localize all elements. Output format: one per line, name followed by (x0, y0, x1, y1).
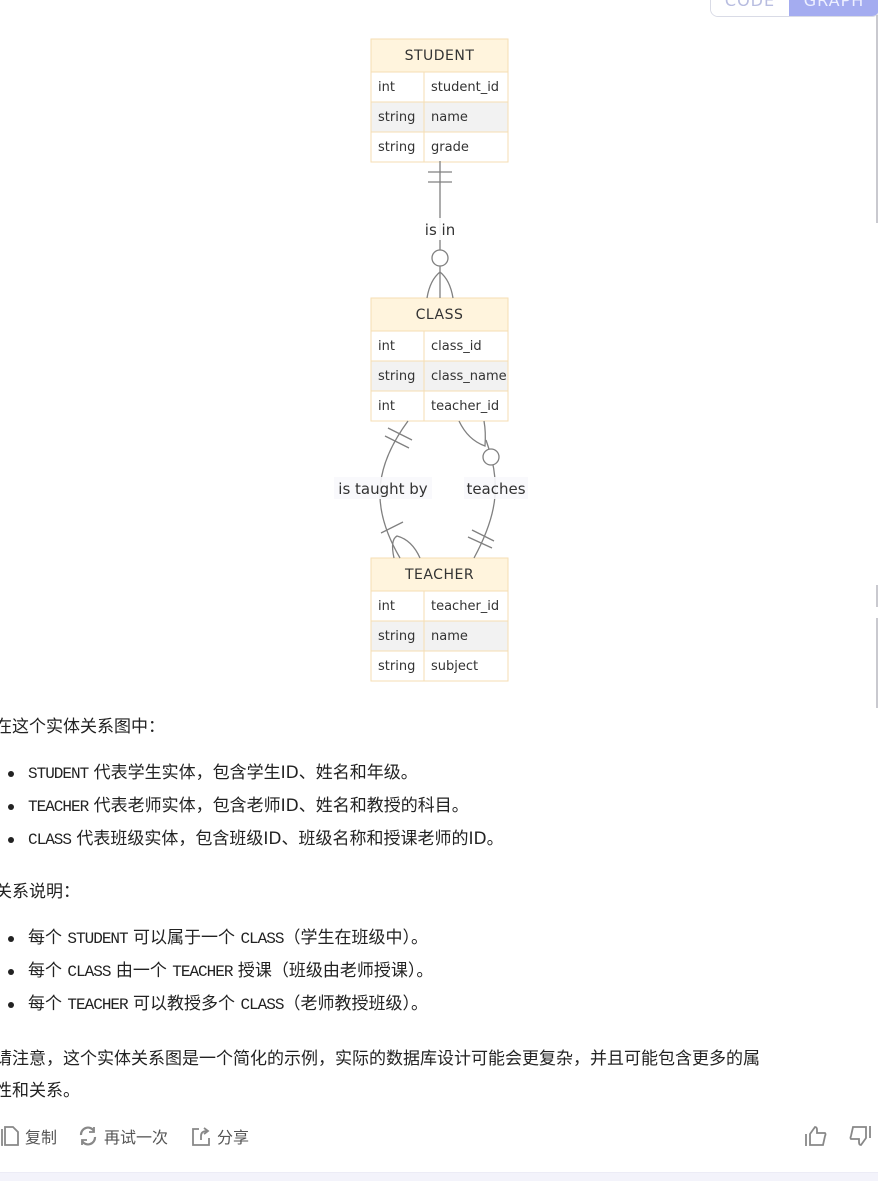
attribute-name: student_id (431, 80, 499, 95)
attribute-type: string (378, 140, 415, 155)
attribute-type: string (378, 110, 415, 125)
attribute-name: grade (431, 140, 469, 155)
entity-class: CLASSint class_idstring class_nameint teach… (370, 297, 509, 422)
attribute-name: class_id (431, 339, 482, 354)
item-text: （学生在班级中）。 (283, 928, 428, 948)
list-item: 每个 STUDENT 可以属于一个 CLASS（学生在班级中）。 (7, 922, 433, 955)
item-text: 每个 (28, 928, 68, 948)
thumbs-down-icon (849, 1126, 871, 1146)
attribute-type: int (378, 399, 395, 414)
cardinality-zero-mark (431, 249, 449, 267)
share-label: 分享 (217, 1128, 250, 1147)
code-entity: TEACHER (172, 963, 233, 981)
cardinality-many-mark (458, 420, 486, 447)
note-text: 请注意，这个实体关系图是一个简化的示例，实际的数据库设计可能会更复杂，并且可能包… (0, 1043, 878, 1107)
attribute-name: teacher_id (431, 399, 499, 414)
item-text: 代表班级实体，包含班级ID、班级名称和授课老师的ID。 (71, 829, 504, 849)
code-entity: STUDENT (28, 765, 89, 783)
item-text: 每个 (28, 961, 68, 981)
code-entity: STUDENT (67, 930, 128, 948)
entity-teacher: TEACHER int teacher_idstring name string subj… (370, 557, 509, 682)
er-diagram: STUDENT int student_idstring name string grad… (334, 38, 528, 682)
item-text: 由一个 (110, 961, 173, 981)
message-actions: 复制 再试一次 分享 (0, 1124, 878, 1152)
item-text: 可以属于一个 (127, 928, 241, 948)
entity-name: STUDENT (405, 48, 475, 64)
intro-text: 在这个实体关系图中： (0, 717, 165, 737)
attribute-type: int (378, 599, 395, 614)
share-button[interactable]: 分享 (190, 1124, 249, 1148)
like-button[interactable] (804, 1124, 828, 1148)
attribute-type: string (378, 659, 415, 674)
cardinality-one-mark (384, 427, 413, 449)
code-entity: TEACHER (67, 996, 128, 1014)
note-line: 性和关系。 (0, 1081, 80, 1101)
dislike-button[interactable] (848, 1124, 872, 1148)
attribute-name: name (431, 629, 468, 644)
relationship-label: is taught by (338, 480, 428, 498)
cardinality-many-mark (391, 535, 421, 559)
attribute-type: string (378, 369, 415, 384)
retry-button[interactable]: 再试一次 (77, 1124, 168, 1148)
entity-name: CLASS (416, 307, 464, 323)
attribute-type: string (378, 629, 415, 644)
code-entity: CLASS (240, 996, 284, 1014)
list-item: 每个 TEACHER 可以教授多个 CLASS（老师教授班级）。 (7, 988, 433, 1021)
entity-name: TEACHER (404, 567, 474, 583)
thumbs-up-icon (805, 1126, 827, 1146)
cardinality-zero-mark (482, 448, 500, 466)
attribute-name: class_name (431, 369, 507, 384)
item-text: 授课（班级由老师授课）。 (232, 961, 434, 981)
entity-list: STUDENT 代表学生实体，包含学生ID、姓名和年级。 TEACHER 代表老… (0, 757, 504, 856)
relationship-label: teaches (466, 480, 525, 498)
note-line: 请注意，这个实体关系图是一个简化的示例，实际的数据库设计可能会更复杂，并且可能包… (0, 1049, 760, 1069)
attribute-name: subject (431, 659, 478, 674)
item-text: 代表学生实体，包含学生ID、姓名和年级。 (88, 763, 418, 783)
refresh-icon (79, 1126, 97, 1146)
relations-title: 关系说明： (0, 882, 80, 902)
list-item: TEACHER 代表老师实体，包含老师ID、姓名和教授的科目。 (8, 790, 504, 823)
attribute-name: teacher_id (431, 599, 499, 614)
item-text: 每个 (28, 994, 68, 1014)
list-item: STUDENT 代表学生实体，包含学生ID、姓名和年级。 (8, 757, 504, 790)
attribute-type: int (378, 80, 395, 95)
copy-icon (1, 1126, 19, 1146)
relationship-label: is in (425, 221, 455, 239)
attribute-type: int (378, 339, 395, 354)
code-entity: CLASS (67, 963, 111, 981)
code-entity: TEACHER (28, 798, 89, 816)
copy-button[interactable]: 复制 (0, 1124, 57, 1148)
share-icon (192, 1127, 210, 1146)
attribute-name: name (431, 110, 468, 125)
copy-label: 复制 (25, 1128, 58, 1147)
relation-list: 每个 STUDENT 可以属于一个 CLASS（学生在班级中）。 每个 CLAS… (0, 922, 433, 1021)
entity-student: STUDENT int student_idstring name string grad… (370, 38, 509, 163)
list-item: 每个 CLASS 由一个 TEACHER 授课（班级由老师授课）。 (7, 955, 434, 988)
retry-label: 再试一次 (104, 1128, 169, 1147)
item-text: （老师教授班级）。 (283, 994, 428, 1014)
list-item: CLASS 代表班级实体，包含班级ID、班级名称和授课老师的ID。 (8, 823, 504, 856)
item-text: 代表老师实体，包含老师ID、姓名和教授的科目。 (88, 796, 469, 816)
item-text: 可以教授多个 (127, 994, 241, 1014)
code-entity: CLASS (28, 831, 72, 849)
code-entity: CLASS (240, 930, 284, 948)
